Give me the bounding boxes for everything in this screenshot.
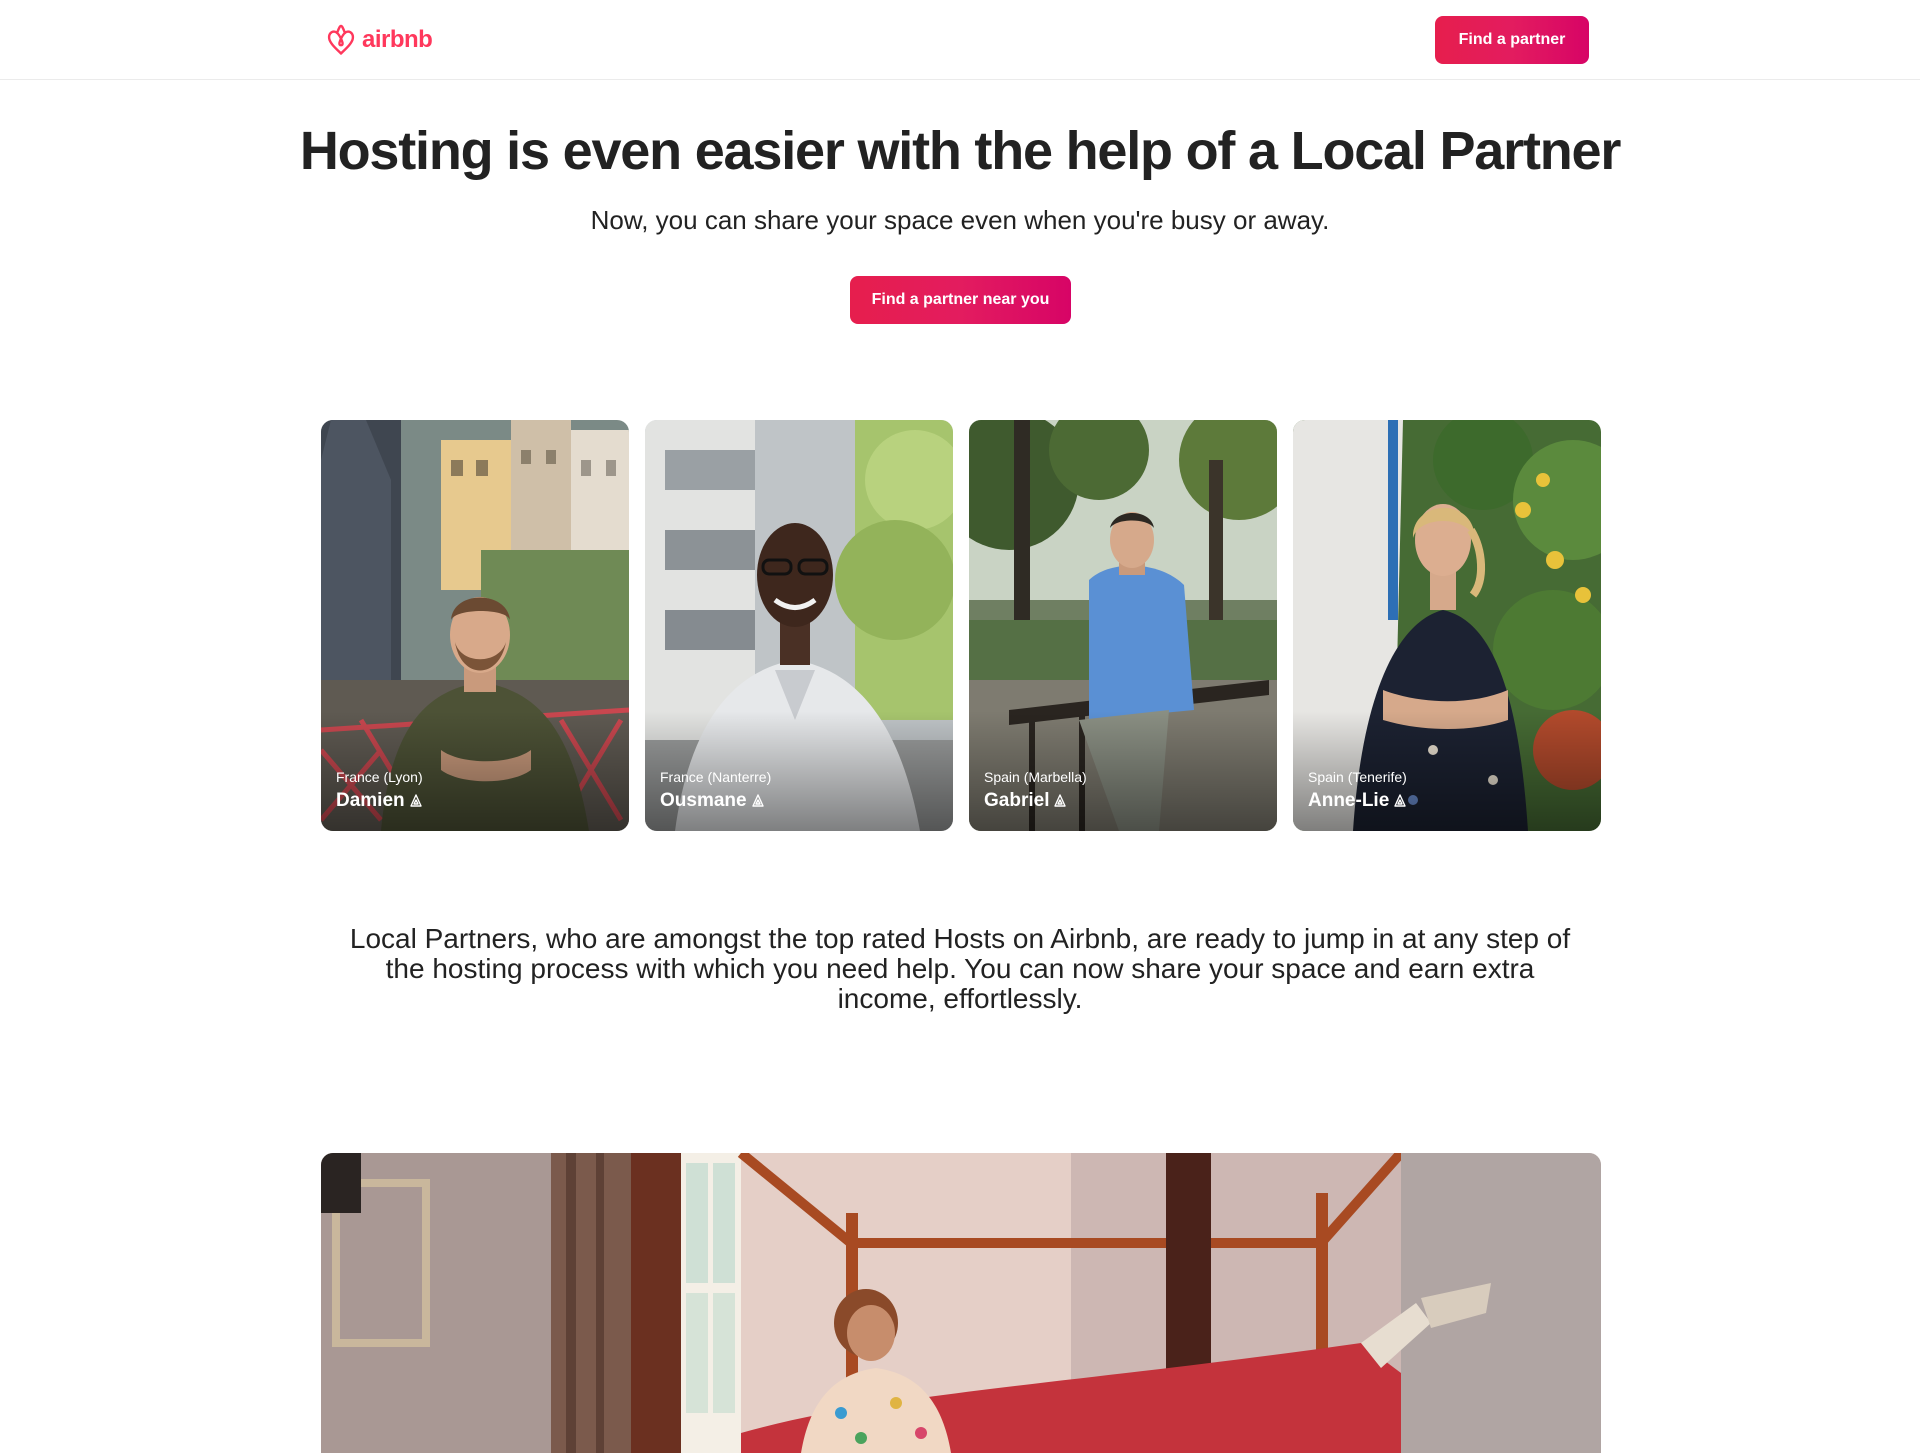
superhost-badge-icon	[409, 794, 422, 807]
airbnb-logo[interactable]: airbnb	[326, 23, 433, 57]
superhost-badge-icon	[1054, 794, 1067, 807]
partner-name-row: Anne-Lie	[1308, 790, 1406, 812]
find-partner-button[interactable]: Find a partner	[1435, 16, 1589, 64]
top-navigation-bar: airbnb Find a partner	[0, 0, 1920, 80]
partner-card-gabriel[interactable]: Spain (Marbella) Gabriel	[969, 420, 1277, 831]
page-subtitle: Now, you can share your space even when …	[590, 205, 1330, 235]
superhost-badge-icon	[1394, 794, 1406, 807]
page-title: Hosting is even easier with the help of …	[299, 121, 1622, 181]
partner-location: Spain (Tenerife)	[1308, 769, 1407, 785]
find-partner-near-you-button[interactable]: Find a partner near you	[850, 276, 1071, 324]
partner-name: Damien	[336, 790, 405, 811]
partner-card-anne-lie[interactable]: Spain (Tenerife) Anne-Lie	[1293, 420, 1601, 831]
partner-name-row: Damien	[336, 790, 422, 812]
partner-location: France (Nanterre)	[660, 769, 772, 785]
partner-name: Gabriel	[984, 790, 1050, 811]
local-partners-description: Local Partners, who are amongst the top …	[349, 923, 1571, 1014]
partner-name-row: Gabriel	[984, 790, 1067, 812]
partner-name: Anne-Lie	[1308, 790, 1390, 811]
airbnb-logo-icon	[327, 24, 355, 55]
partner-name: Ousmane	[660, 790, 747, 811]
feature-photo	[321, 1153, 1601, 1453]
bedroom-illustration	[321, 1153, 1601, 1453]
partner-card-damien[interactable]: France (Lyon) Damien	[321, 420, 629, 831]
partner-cards: France (Lyon) Damien France (Nanterre) O…	[321, 420, 1601, 831]
partner-name-row: Ousmane	[660, 790, 764, 812]
partner-location: Spain (Marbella)	[984, 769, 1087, 785]
logo-wordmark: airbnb	[362, 26, 433, 53]
partner-location: France (Lyon)	[336, 769, 423, 785]
partner-card-ousmane[interactable]: France (Nanterre) Ousmane	[645, 420, 953, 831]
superhost-badge-icon	[751, 794, 764, 807]
